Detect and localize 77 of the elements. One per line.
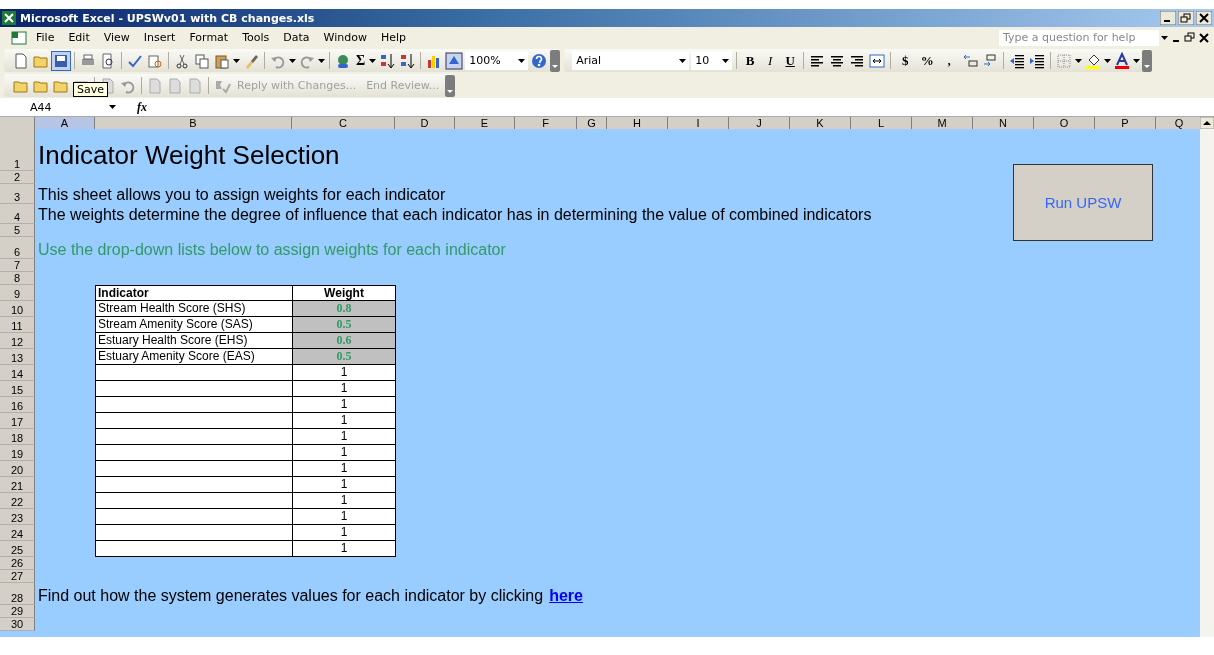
autosum-button[interactable]: Σ	[354, 52, 368, 69]
here-link[interactable]: here	[549, 586, 583, 605]
row-header[interactable]: 1	[0, 129, 35, 171]
menu-item[interactable]: View	[97, 31, 136, 44]
column-heading: Weight	[293, 285, 396, 301]
row-header[interactable]: 16	[0, 397, 35, 413]
table-cell: 1	[293, 525, 396, 541]
row-header[interactable]: 27	[0, 570, 35, 583]
sheet-text: This sheet allows you to assign weights for each indicator	[38, 185, 446, 204]
table-cell: Estuary Health Score (EHS)	[95, 333, 293, 349]
row-header[interactable]: 21	[0, 477, 35, 493]
italic-button[interactable]: I	[761, 52, 780, 69]
menu-item[interactable]: File	[30, 31, 61, 44]
row-header[interactable]: 3	[0, 184, 35, 204]
table-cell: 1	[293, 445, 396, 461]
column-header[interactable]: A	[35, 117, 95, 129]
row-header[interactable]: 20	[0, 461, 35, 477]
table-cell: 1	[293, 493, 396, 509]
row-header[interactable]: 8	[0, 272, 35, 285]
font-size-dropdown[interactable]: 10	[691, 51, 733, 70]
number-format-button[interactable]: ,	[939, 52, 960, 69]
menu-item[interactable]: Window	[317, 31, 373, 44]
menu-item[interactable]: Help	[374, 31, 412, 44]
menu-item[interactable]: Format	[183, 31, 235, 44]
row-header[interactable]: 18	[0, 429, 35, 445]
sheet-text: The weights determine the degree of influence that each indicator has in determining the value of combined indicators	[38, 205, 872, 224]
sheet-text: Find out how the system generates values for each indicator by clicking	[38, 586, 544, 605]
column-heading: Indicator	[95, 285, 293, 301]
tooltip: Save	[73, 82, 108, 97]
table-cell: 1	[293, 365, 396, 381]
row-header[interactable]: 17	[0, 413, 35, 429]
table-cell: 1	[293, 541, 396, 557]
table-cell: Stream Health Score (SHS)	[95, 301, 293, 317]
table-cell: 1	[293, 477, 396, 493]
underline-button[interactable]: U	[781, 52, 800, 69]
instruction-text: Use the drop-down lists below to assign weights for each indicator	[38, 240, 506, 259]
font-dropdown[interactable]: Arial	[572, 51, 690, 70]
table-cell: 1	[293, 413, 396, 429]
menu-item[interactable]: Edit	[62, 31, 96, 44]
insert-function-button[interactable]: fx	[122, 99, 162, 115]
row-header[interactable]: 6	[0, 237, 35, 259]
row-header[interactable]: 22	[0, 493, 35, 509]
row-header[interactable]: 2	[0, 171, 35, 184]
window-title: Microsoft Excel - UPSWv01 with CB changes.xls	[20, 11, 315, 25]
row-header[interactable]: 5	[0, 224, 35, 237]
row-header[interactable]: 11	[0, 317, 35, 333]
row-header[interactable]: 9	[0, 285, 35, 301]
row-header[interactable]: 26	[0, 557, 35, 570]
table-cell: 1	[293, 429, 396, 445]
row-header[interactable]: 28	[0, 583, 35, 605]
row-header[interactable]: 29	[0, 605, 35, 618]
number-format-button[interactable]: $	[895, 52, 916, 69]
row-header[interactable]: 4	[0, 204, 35, 224]
row-header[interactable]: 15	[0, 381, 35, 397]
table-cell: 1	[293, 461, 396, 477]
table-cell: Estuary Amenity Score (EAS)	[95, 349, 293, 365]
row-header[interactable]: 12	[0, 333, 35, 349]
menu-item[interactable]: Insert	[137, 31, 182, 44]
table-cell: Stream Amenity Score (SAS)	[95, 317, 293, 333]
menu-item[interactable]: Data	[277, 31, 316, 44]
bold-button[interactable]: B	[741, 52, 760, 69]
row-header[interactable]: 14	[0, 365, 35, 381]
row-header[interactable]: 23	[0, 509, 35, 525]
row-header[interactable]: 13	[0, 349, 35, 365]
menu-item[interactable]: Tools	[236, 31, 276, 44]
zoom-dropdown[interactable]: 100%	[465, 51, 529, 70]
table-cell: 1	[293, 509, 396, 525]
table-cell: 1	[293, 381, 396, 397]
table-cell: 1	[293, 397, 396, 413]
row-header[interactable]: 19	[0, 445, 35, 461]
row-header[interactable]: 24	[0, 525, 35, 541]
row-header[interactable]: 10	[0, 301, 35, 317]
row-header[interactable]: 7	[0, 259, 35, 272]
row-header[interactable]: 30	[0, 618, 35, 631]
number-format-button[interactable]: %	[917, 52, 938, 69]
sheet-title: Indicator Weight Selection	[38, 139, 340, 171]
row-header[interactable]: 25	[0, 541, 35, 557]
